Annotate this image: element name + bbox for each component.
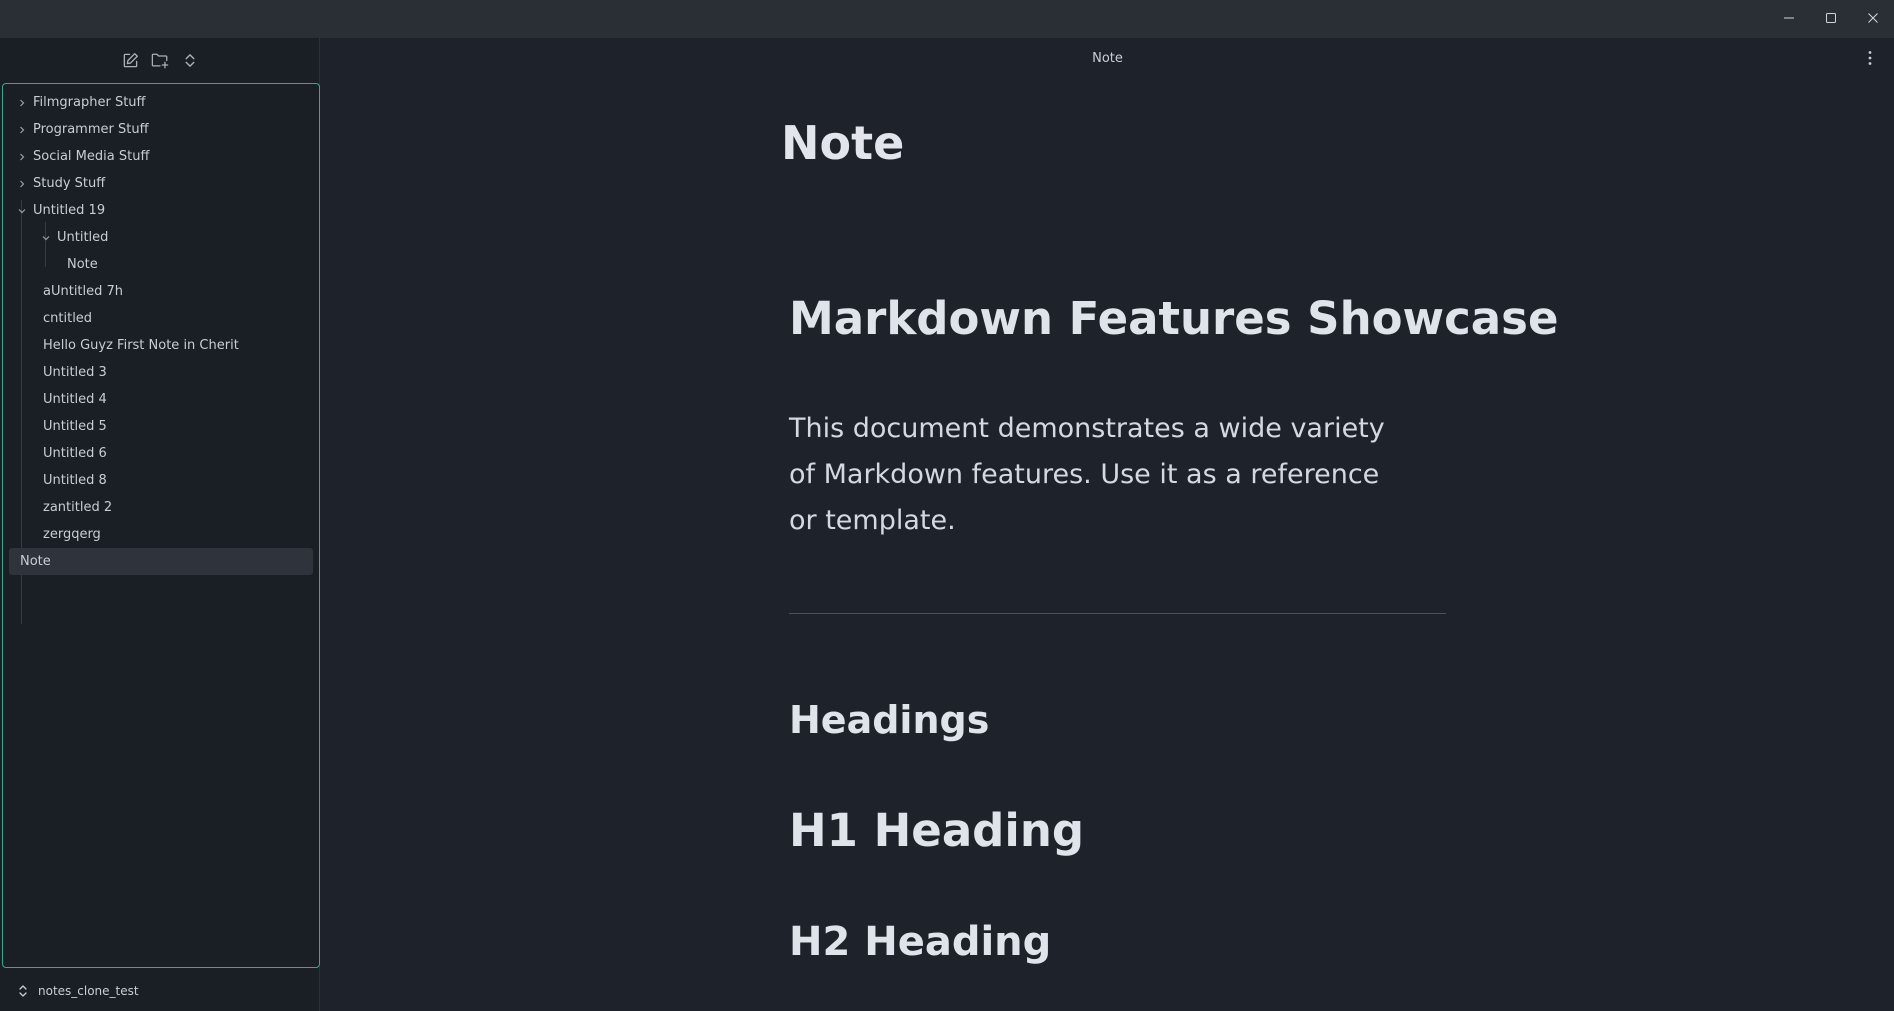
- intro-paragraph: This document demonstrates a wide variet…: [789, 413, 1385, 536]
- tree-note-untitled-3[interactable]: Untitled 3: [3, 359, 319, 386]
- tree-item-label: Untitled 19: [33, 203, 106, 218]
- note-title[interactable]: Note: [781, 116, 904, 170]
- tree-note-note-selected[interactable]: Note: [9, 548, 313, 575]
- tree-item-label: Untitled 5: [43, 419, 107, 434]
- chevron-right-icon: [17, 125, 27, 135]
- sidebar-toolbar: [0, 38, 320, 82]
- tree-item-label: Untitled 8: [43, 473, 107, 488]
- title-bar: [0, 0, 1894, 38]
- tree-note-hello-guyz[interactable]: Hello Guyz First Note in Cherit: [3, 332, 319, 359]
- tree-note-zantitled-2[interactable]: zantitled 2: [3, 494, 319, 521]
- tree-note-note-nested[interactable]: Note: [3, 251, 319, 278]
- chevron-down-icon: [41, 233, 51, 243]
- heading-headings: Headings: [789, 698, 990, 742]
- file-tree: Filmgrapher Stuff Programmer Stuff Socia…: [2, 83, 320, 968]
- expand-collapse-icon: [185, 53, 195, 67]
- tree-item-label: Hello Guyz First Note in Cherit: [43, 338, 239, 353]
- tree-item-label: Note: [20, 554, 51, 569]
- new-folder-icon: [151, 53, 169, 68]
- tree-note-untitled-4[interactable]: Untitled 4: [3, 386, 319, 413]
- editor-pane: Note Note Markdown Features Showcase Thi…: [321, 38, 1894, 1011]
- expand-collapse-button[interactable]: [181, 51, 199, 69]
- horizontal-rule: [789, 613, 1446, 614]
- tree-folder-filmgrapher-stuff[interactable]: Filmgrapher Stuff: [3, 89, 319, 116]
- tree-item-label: Untitled 6: [43, 446, 107, 461]
- tree-folder-study-stuff[interactable]: Study Stuff: [3, 170, 319, 197]
- minimize-icon: [1784, 17, 1794, 19]
- tree-folder-untitled-19[interactable]: Untitled 19: [3, 197, 319, 224]
- new-note-icon: [123, 52, 138, 67]
- tree-item-label: Programmer Stuff: [33, 122, 149, 137]
- more-options-button[interactable]: [1860, 48, 1880, 68]
- heading-h2: H2 Heading: [789, 919, 1052, 965]
- tree-item-label: Untitled 4: [43, 392, 107, 407]
- tree-item-label: Untitled: [57, 230, 109, 245]
- maximize-button[interactable]: [1809, 0, 1853, 36]
- new-note-button[interactable]: [121, 51, 139, 69]
- chevron-right-icon: [17, 98, 27, 108]
- maximize-icon: [1826, 13, 1836, 23]
- tree-note-auntitled-7h[interactable]: aUntitled 7h: [3, 278, 319, 305]
- tree-note-untitled-6[interactable]: Untitled 6: [3, 440, 319, 467]
- vault-switch-icon: [19, 984, 27, 997]
- tree-item-label: zantitled 2: [43, 500, 113, 515]
- tree-item-label: Social Media Stuff: [33, 149, 150, 164]
- vault-switcher[interactable]: notes_clone_test: [0, 970, 320, 1011]
- more-vertical-icon: [1868, 51, 1872, 65]
- tree-item-label: zergqerg: [43, 527, 101, 542]
- sidebar: Filmgrapher Stuff Programmer Stuff Socia…: [0, 38, 320, 1011]
- tree-item-label: aUntitled 7h: [43, 284, 124, 299]
- tree-note-zergqerg[interactable]: zergqerg: [3, 521, 319, 548]
- heading-h1: H1 Heading: [789, 804, 1085, 857]
- close-icon: [1868, 13, 1878, 23]
- tree-note-cntitled[interactable]: cntitled: [3, 305, 319, 332]
- tree-item-label: Untitled 3: [43, 365, 107, 380]
- close-button[interactable]: [1851, 0, 1894, 36]
- tree-item-label: Note: [67, 257, 98, 272]
- minimize-button[interactable]: [1767, 0, 1811, 36]
- tree-folder-social-media-stuff[interactable]: Social Media Stuff: [3, 143, 319, 170]
- tab-title: Note: [1092, 50, 1123, 66]
- chevron-right-icon: [17, 179, 27, 189]
- tree-item-label: Filmgrapher Stuff: [33, 95, 146, 110]
- tree-note-untitled-8[interactable]: Untitled 8: [3, 467, 319, 494]
- tree-item-label: cntitled: [43, 311, 93, 326]
- chevron-right-icon: [17, 152, 27, 162]
- app-window: Filmgrapher Stuff Programmer Stuff Socia…: [0, 0, 1894, 1011]
- tree-folder-untitled[interactable]: Untitled: [3, 224, 319, 251]
- tree-note-untitled-5[interactable]: Untitled 5: [3, 413, 319, 440]
- new-folder-button[interactable]: [151, 51, 169, 69]
- chevron-down-icon: [17, 206, 27, 216]
- vault-name: notes_clone_test: [38, 983, 139, 998]
- tree-folder-programmer-stuff[interactable]: Programmer Stuff: [3, 116, 319, 143]
- heading-showcase: Markdown Features Showcase: [789, 292, 1559, 345]
- tree-item-label: Study Stuff: [33, 176, 106, 191]
